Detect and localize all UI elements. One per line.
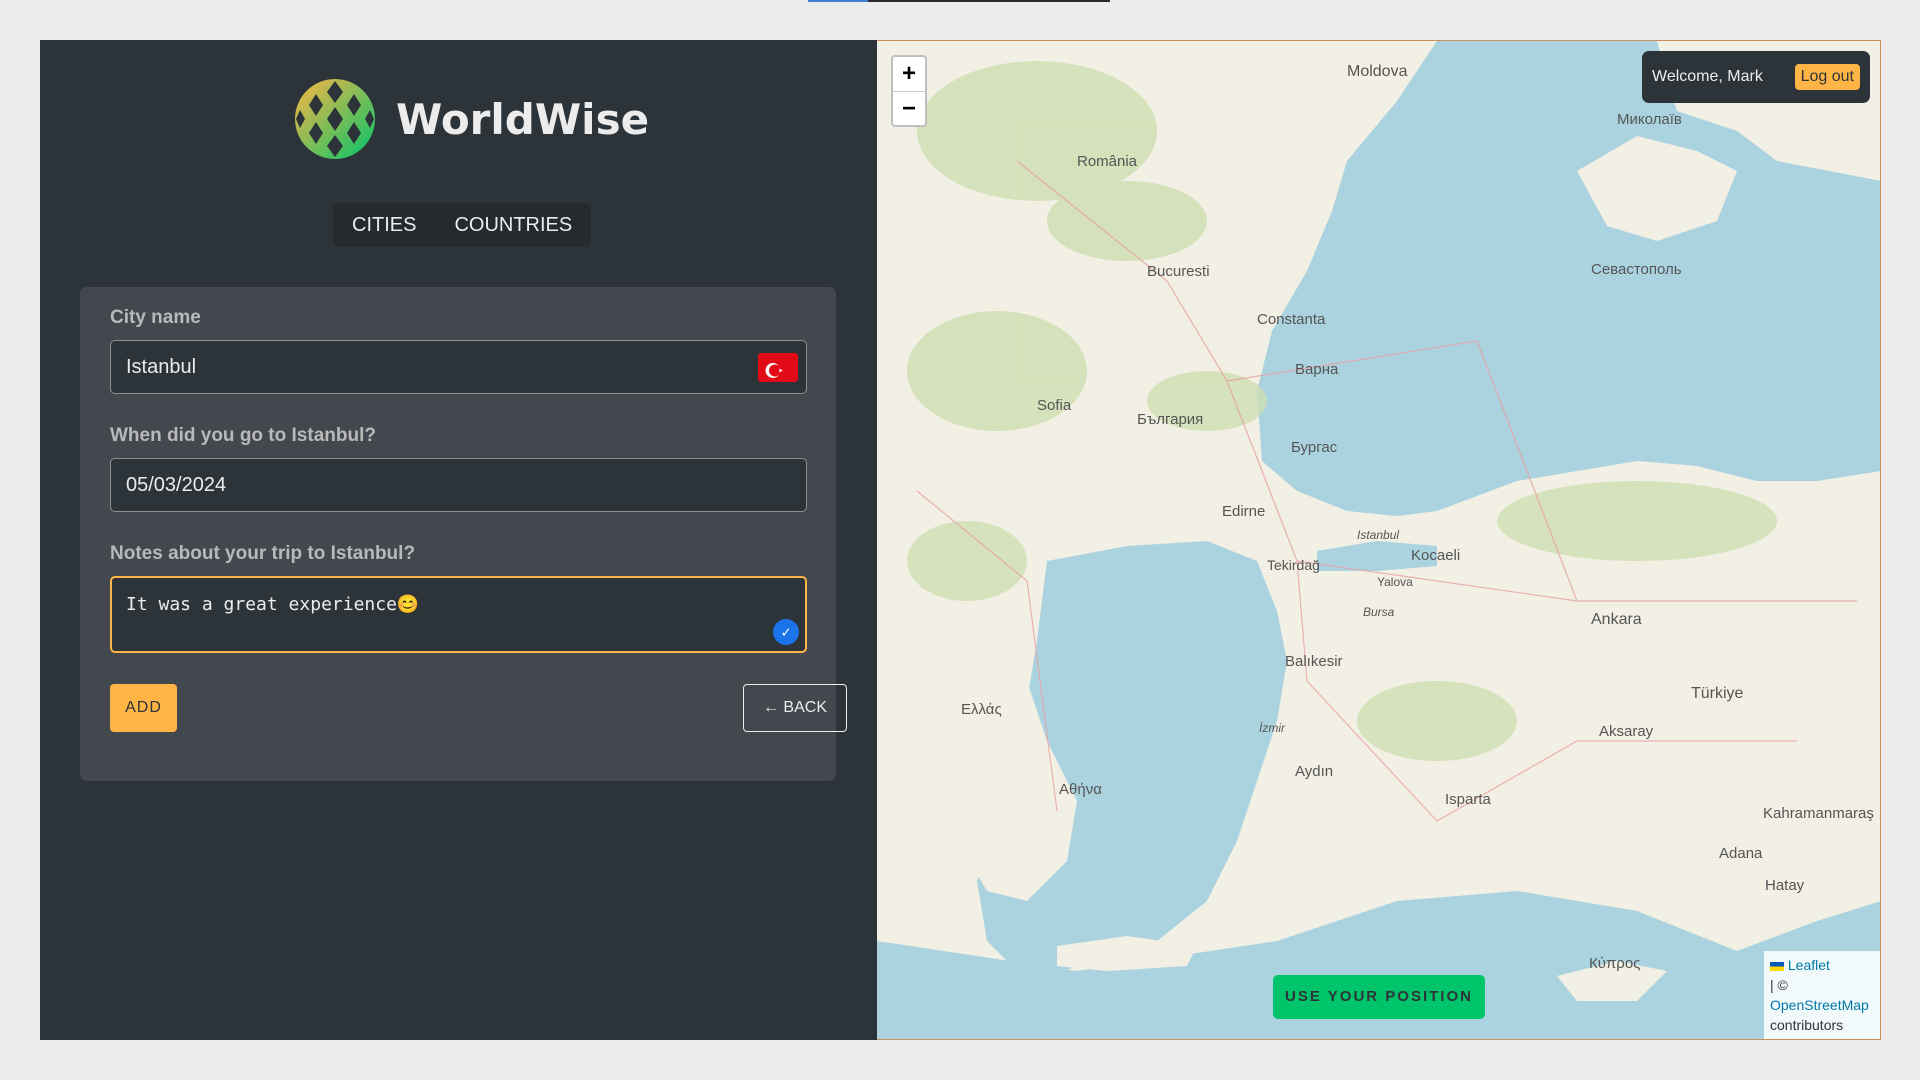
map-label: România [1077, 153, 1138, 170]
use-position-button[interactable]: USE YOUR POSITION [1273, 975, 1485, 1019]
attribution-contributors: contributors [1770, 1017, 1844, 1033]
add-button[interactable]: ADD [110, 684, 177, 732]
map[interactable]: Moldova România Bucuresti Constanta Варн… [877, 40, 1881, 1040]
osm-link[interactable]: OpenStreetMap [1770, 995, 1874, 1015]
map-label: Adana [1719, 845, 1763, 862]
check-icon: ✓ [773, 619, 799, 645]
map-label: Kahramanmaraş [1763, 805, 1874, 822]
map-label: Istanbul [1357, 528, 1400, 542]
welcome-text: Welcome, Mark [1652, 68, 1763, 85]
attribution-separator: | © [1770, 977, 1788, 993]
app-name: WorldWise [396, 94, 650, 144]
map-label: Aydın [1295, 763, 1334, 780]
zoom-in-button[interactable]: + [893, 57, 925, 91]
map-label: Constanta [1257, 311, 1326, 328]
map-label: Kocaeli [1411, 547, 1461, 564]
logout-button[interactable]: Log out [1794, 64, 1860, 90]
zoom-control: + − [891, 55, 927, 127]
top-scroll-indicator [808, 0, 1110, 2]
date-input[interactable]: 05/03/2024 [110, 458, 807, 512]
app: WorldWise CITIES COUNTRIES City name Ist… [40, 40, 1881, 1040]
map-label: Sofia [1037, 397, 1072, 414]
map-label: Αθήνα [1059, 781, 1102, 798]
map-label: България [1137, 411, 1204, 428]
turkey-flag-icon [758, 353, 798, 382]
date-label: When did you go to Istanbul? [110, 425, 376, 446]
map-label: Миколаїв [1617, 111, 1682, 128]
notes-label: Notes about your trip to Istanbul? [110, 543, 416, 564]
notes-value: It was a great experience😊 [126, 594, 420, 615]
leaflet-link[interactable]: Leaflet [1788, 957, 1830, 973]
zoom-out-button[interactable]: − [893, 91, 925, 125]
tab-countries[interactable]: COUNTRIES [435, 203, 591, 247]
map-label: Tekirdağ [1267, 557, 1320, 573]
city-name-label: City name [110, 307, 201, 328]
map-label: Balıkesir [1285, 653, 1343, 670]
map-label: Bursa [1363, 605, 1395, 619]
globe-logo-icon [295, 79, 375, 159]
notes-textarea[interactable]: It was a great experience😊 ✓ [110, 576, 807, 653]
add-city-form: City name Istanbul When did you go to Is… [80, 287, 847, 781]
map-label: Варна [1295, 361, 1339, 378]
map-attribution: Leaflet | © OpenStreetMap contributors [1764, 951, 1880, 1039]
map-label: Edirne [1222, 503, 1266, 520]
map-label: Кύπρος [1589, 955, 1641, 972]
logo[interactable]: WorldWise [294, 78, 649, 160]
map-label: Moldova [1347, 63, 1408, 80]
map-label: Ankara [1591, 611, 1642, 628]
map-label: İzmir [1259, 721, 1285, 735]
map-label: Isparta [1445, 791, 1491, 808]
sidebar: WorldWise CITIES COUNTRIES City name Ist… [40, 40, 877, 1040]
tab-cities[interactable]: CITIES [333, 203, 435, 247]
map-label: Türkiye [1691, 685, 1744, 702]
city-name-input[interactable]: Istanbul [110, 340, 807, 394]
map-label: Bucuresti [1147, 263, 1210, 280]
city-name-value: Istanbul [126, 356, 197, 378]
ukraine-flag-icon [1770, 961, 1784, 971]
map-label: Hatay [1765, 877, 1805, 894]
date-value: 05/03/2024 [126, 474, 227, 496]
map-label: Aksaray [1599, 723, 1654, 740]
map-label: Бургас [1291, 439, 1338, 456]
app-nav: CITIES COUNTRIES [333, 203, 592, 247]
map-label: Ελλάς [961, 701, 1002, 718]
user-box: Welcome, Mark Log out [1642, 51, 1870, 103]
map-label: Севастополь [1591, 261, 1682, 278]
back-button[interactable]: ← BACK [743, 684, 847, 732]
map-label: Yalova [1377, 575, 1413, 589]
